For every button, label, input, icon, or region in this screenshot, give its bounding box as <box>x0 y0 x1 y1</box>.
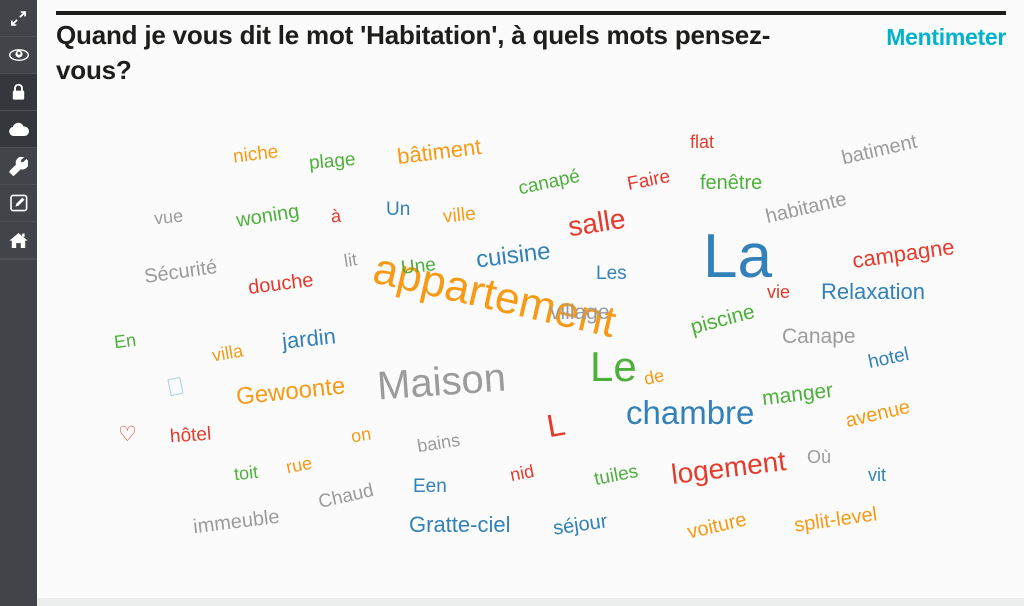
sidebar-item-home[interactable] <box>0 222 37 259</box>
slide-header: Quand je vous dit le mot 'Habitation', à… <box>56 18 1006 90</box>
cloud-word: Les <box>596 263 627 284</box>
cloud-word: niche <box>231 141 280 168</box>
bottom-strip <box>37 598 1024 606</box>
page-title: Quand je vous dit le mot 'Habitation', à… <box>56 20 771 85</box>
sidebar-empty-area <box>0 259 37 606</box>
mentimeter-logo: Mentimeter <box>886 24 1006 50</box>
sidebar-item-lock[interactable] <box>0 74 37 111</box>
cloud-word: fenêtre <box>700 172 763 194</box>
cloud-word: tuiles <box>592 460 640 491</box>
home-icon <box>9 232 28 249</box>
cloud-word: Gratte-ciel <box>409 512 511 537</box>
cloud-word: de <box>642 365 666 389</box>
cloud-word: lit <box>342 249 359 271</box>
edit-note-icon <box>9 194 28 212</box>
expand-arrows-icon <box>10 10 27 27</box>
sidebar-item-cloud[interactable] <box>0 111 37 148</box>
missing-glyph-box-icon <box>167 376 184 397</box>
cloud-word: village <box>550 301 610 324</box>
sidebar-item-preview[interactable] <box>0 37 37 74</box>
cloud-word: bâtiment <box>395 133 483 170</box>
left-toolbar <box>0 0 37 606</box>
cloud-word: piscine <box>688 299 758 340</box>
cloud-word: cuisine <box>474 237 553 274</box>
cloud-word: ♡ <box>118 423 137 446</box>
cloud-word: Un <box>386 199 411 220</box>
cloud-word: En <box>112 329 138 353</box>
cloud-word: flat <box>690 132 715 152</box>
cloud-word: voiture <box>685 508 749 544</box>
sidebar-item-settings[interactable] <box>0 148 37 185</box>
cloud-word: Canape <box>782 325 856 348</box>
cloud-word: vit <box>868 465 886 485</box>
cloud-word: Le <box>590 343 637 390</box>
cloud-word: habitante <box>763 188 849 228</box>
cloud-word: hotel <box>866 343 911 374</box>
cloud-word: jardin <box>280 323 337 354</box>
cloud-word: villa <box>210 340 245 366</box>
cloud-word: Relaxation <box>821 279 925 304</box>
cloud-word: split-level <box>792 503 879 537</box>
cloud-word: vie <box>767 282 791 302</box>
cloud-word: canapé <box>516 165 582 200</box>
header-rule <box>56 11 1006 15</box>
eye-icon <box>8 48 29 62</box>
cloud-word: vue <box>153 205 184 229</box>
sidebar-item-fullscreen[interactable] <box>0 0 37 37</box>
wrench-icon <box>9 156 28 176</box>
cloud-word: Een <box>413 476 447 497</box>
sidebar-item-edit[interactable] <box>0 185 37 222</box>
cloud-word: Faire <box>625 166 672 195</box>
cloud-word: hôtel <box>169 423 212 448</box>
cloud-word: immeuble <box>191 505 281 539</box>
cloud-word: logement <box>669 445 788 490</box>
cloud-word: on <box>349 423 373 447</box>
word-cloud: La appartement Maison Le chambre logement sall… <box>37 96 1024 596</box>
mentimeter-wordcloud-screen: Quand je vous dit le mot 'Habitation', à… <box>0 0 1024 606</box>
cloud-word: ville <box>441 203 477 228</box>
cloud-word: Gewoonte <box>234 372 347 411</box>
cloud-word: Maison <box>375 355 508 409</box>
cloud-word: Une <box>399 254 437 279</box>
lock-icon <box>11 83 26 101</box>
cloud-word: L <box>544 405 568 445</box>
cloud-word: salle <box>565 202 628 243</box>
cloud-word: woning <box>234 200 301 232</box>
cloud-word: Sécurité <box>142 256 219 288</box>
cloud-word: plage <box>308 149 357 174</box>
cloud-word: toit <box>233 461 259 485</box>
cloud-word: douche <box>246 269 315 299</box>
cloud-word: nid <box>508 460 536 486</box>
cloud-word: Chaud <box>316 479 376 514</box>
cloud-word: à <box>330 205 342 227</box>
cloud-word: La <box>703 222 772 291</box>
cloud-word: batiment <box>839 130 920 170</box>
cloud-word: séjour <box>551 510 609 540</box>
cloud-word: bains <box>415 429 462 457</box>
cloud-word: campagne <box>850 233 956 274</box>
cloud-word: manger <box>760 378 835 411</box>
cloud-word: chambre <box>626 394 755 431</box>
cloud-icon <box>8 122 30 137</box>
cloud-word: avenue <box>843 395 913 433</box>
cloud-word: Où <box>807 447 832 467</box>
cloud-word: rue <box>284 452 314 478</box>
